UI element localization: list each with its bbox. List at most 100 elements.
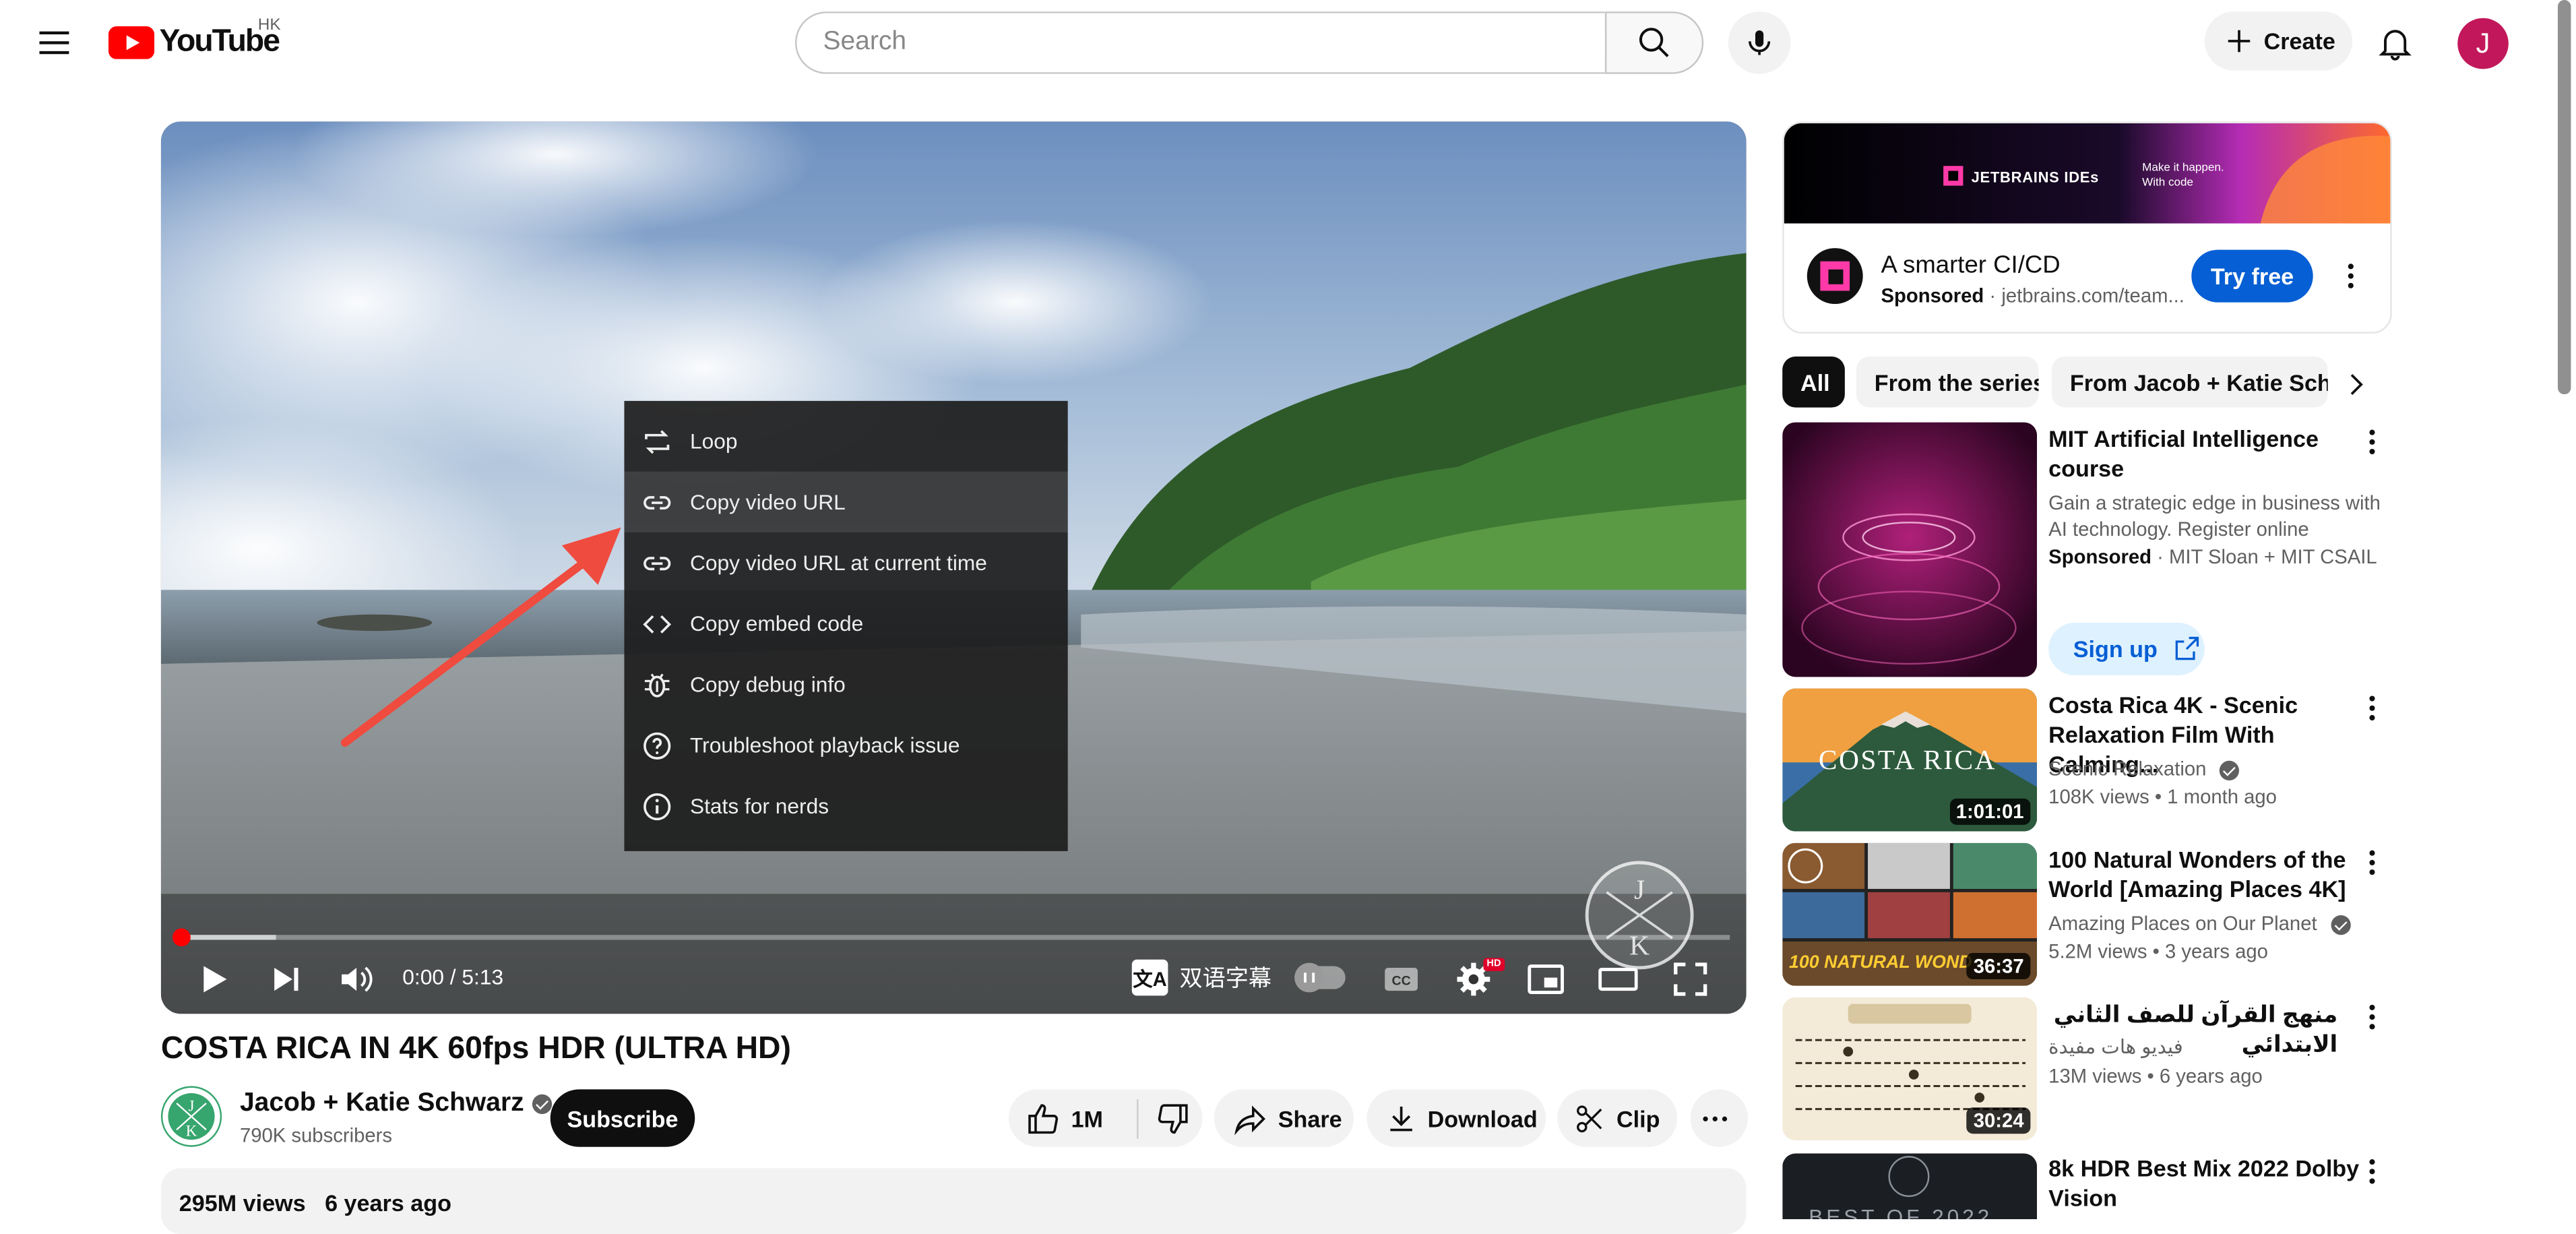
subscriber-count: 790K subscribers [239, 1123, 392, 1147]
voice-search-button[interactable] [1728, 11, 1791, 74]
download-icon [1390, 1105, 1412, 1131]
jetbrains-logo-icon [1820, 261, 1850, 291]
rec-thumbnail[interactable]: BEST OF 2022 [1782, 1153, 2038, 1219]
dislike-button[interactable] [1139, 1089, 1201, 1146]
context-menu-troubleshoot[interactable]: Troubleshoot playback issue [624, 715, 1067, 776]
verified-icon [2220, 760, 2240, 780]
more-vertical-icon[interactable] [2334, 259, 2367, 292]
time-display: 0:00 / 5:13 [402, 964, 504, 989]
search-button[interactable] [1605, 11, 1704, 74]
share-label: Share [1278, 1105, 1342, 1132]
rec-duration: 1:01:01 [1949, 798, 2031, 825]
channel-avatar[interactable]: J K [160, 1086, 222, 1147]
description-box[interactable]: 295M views 6 years ago [160, 1168, 1747, 1234]
subscribe-button[interactable]: Subscribe [550, 1089, 695, 1147]
share-button[interactable]: Share [1214, 1089, 1354, 1147]
context-menu-copy-debug-info[interactable]: Copy debug info [624, 654, 1067, 714]
translate-icon: 文A [1131, 959, 1168, 996]
pause-icon [1294, 962, 1325, 993]
info-icon [643, 792, 671, 820]
rec-thumbnail[interactable] [1782, 422, 2038, 677]
channel-name[interactable]: Jacob + Katie Schwarz [239, 1089, 553, 1119]
ad-title: A smarter CI/CD [1881, 251, 2061, 280]
rec-meta: 5.2M views • 3 years ago [2048, 939, 2268, 963]
chip-all[interactable]: All [1782, 357, 1845, 408]
rec-channel-name: Amazing Places on Our Planet [2048, 912, 2317, 935]
clip-button[interactable]: Clip [1557, 1089, 1678, 1147]
scrubber-handle[interactable] [172, 928, 191, 947]
context-menu-stats-for-nerds[interactable]: Stats for nerds [624, 776, 1067, 836]
link-icon [643, 556, 671, 569]
context-menu-copy-url-at-time[interactable]: Copy video URL at current time [624, 532, 1067, 593]
menu-icon[interactable] [34, 23, 74, 63]
context-menu-label: Stats for nerds [689, 793, 829, 819]
closed-captions-icon[interactable]: CC [1381, 960, 1421, 999]
rec-title-line: 8k HDR Best Mix 2022 Dolby [2048, 1154, 2360, 1181]
youtube-logo[interactable]: YouTube [108, 23, 280, 63]
rec-thumbnail-text: BEST OF 2022 [1809, 1204, 1993, 1219]
ad-logo [1807, 248, 1863, 305]
sponsored-ad-card[interactable]: JETBRAINS IDEs Make it happen. With code… [1782, 121, 2392, 334]
ad-subtitle: Sponsored · jetbrains.com/team... [1881, 284, 2185, 307]
rec-channel[interactable]: فيديو هات مفيدة [2048, 1035, 2183, 1058]
user-avatar[interactable]: J [2457, 18, 2509, 69]
rec-thumbnail-text: COSTA RICA [1818, 744, 1997, 776]
next-video-icon[interactable] [266, 960, 306, 999]
more-vertical-icon[interactable] [2356, 691, 2389, 724]
search-input[interactable] [819, 13, 1599, 73]
fullscreen-icon[interactable] [1670, 960, 1710, 999]
channel-name-text: Jacob + Katie Schwarz [239, 1089, 524, 1117]
page-scrollbar[interactable] [2557, 0, 2571, 395]
notifications-bell-icon[interactable] [2375, 23, 2415, 63]
search-bar [794, 11, 1704, 74]
chevron-right-icon[interactable] [2339, 368, 2373, 401]
ad-domain: jetbrains.com/team... [2001, 284, 2185, 307]
more-vertical-icon[interactable] [2356, 1155, 2389, 1188]
region-code: HK [257, 16, 281, 35]
rec-channel-name: Scenic Relaxation [2048, 757, 2207, 781]
rec-title[interactable]: 100 Natural Wonders of the World [Amazin… [2048, 844, 2360, 904]
context-menu-label: Copy video URL at current time [689, 550, 987, 576]
more-horizontal-icon [1702, 1115, 1726, 1121]
share-icon [1234, 1105, 1265, 1135]
chip-from-channel[interactable]: From Jacob + Katie Schwarz [2052, 357, 2328, 408]
context-menu-copy-video-url[interactable]: Copy video URL [624, 471, 1068, 532]
like-button[interactable]: 1M [1009, 1089, 1124, 1146]
clip-label: Clip [1616, 1105, 1660, 1132]
download-button[interactable]: Download [1366, 1089, 1546, 1147]
video-player[interactable]: J K 0:00 / 5:13 文A 双语字幕 CC HD Loop Copy … [160, 121, 1747, 1014]
rec-sponsor: MIT Sloan + MIT CSAIL [2168, 545, 2377, 569]
rec-thumbnail[interactable]: 30:24 [1782, 997, 2038, 1140]
youtube-play-icon [108, 26, 155, 59]
context-menu-label: Troubleshoot playback issue [689, 733, 960, 758]
rec-channel[interactable]: Scenic Relaxation [2048, 758, 2240, 780]
autoplay-toggle[interactable] [1294, 962, 1346, 993]
rec-channel[interactable]: Amazing Places on Our Planet [2048, 912, 2351, 935]
rec-sponsored-label: Sponsored [2048, 545, 2151, 569]
play-icon[interactable] [194, 960, 234, 999]
player-controls: 0:00 / 5:13 文A 双语字幕 CC HD [161, 952, 1747, 1001]
context-menu-loop[interactable]: Loop [624, 411, 1067, 472]
rec-title[interactable]: MIT Artificial Intelligence course [2048, 424, 2360, 483]
chip-from-the-series[interactable]: From the series [1856, 357, 2039, 408]
theater-mode-icon[interactable] [1598, 960, 1638, 999]
rec-meta: 108K views • 1 month ago [2048, 785, 2277, 809]
rec-description: AI technology. Register online [2048, 517, 2309, 541]
more-vertical-icon[interactable] [2356, 846, 2389, 880]
plus-icon [2228, 30, 2251, 53]
create-button[interactable]: Create [2204, 11, 2353, 71]
progress-bar[interactable] [177, 935, 1730, 940]
rec-title[interactable]: 8k HDR Best Mix 2022 Dolby Vision [2048, 1153, 2360, 1212]
dual-subtitle-button[interactable]: 文A 双语字幕 [1131, 958, 1271, 997]
sign-up-button[interactable]: Sign up [2048, 623, 2205, 676]
volume-icon[interactable] [337, 960, 377, 999]
context-menu-copy-embed-code[interactable]: Copy embed code [624, 593, 1067, 654]
more-vertical-icon[interactable] [2356, 425, 2389, 458]
more-actions-button[interactable] [1690, 1089, 1749, 1147]
try-free-button[interactable]: Try free [2191, 249, 2313, 303]
more-vertical-icon[interactable] [2356, 1001, 2389, 1034]
rec-thumbnail[interactable]: COSTA RICA 1:01:01 [1782, 688, 2038, 832]
rec-thumbnail[interactable]: 100 NATURAL WOND 36:37 [1782, 842, 2038, 986]
miniplayer-icon[interactable] [1526, 960, 1566, 999]
download-label: Download [1427, 1105, 1538, 1132]
